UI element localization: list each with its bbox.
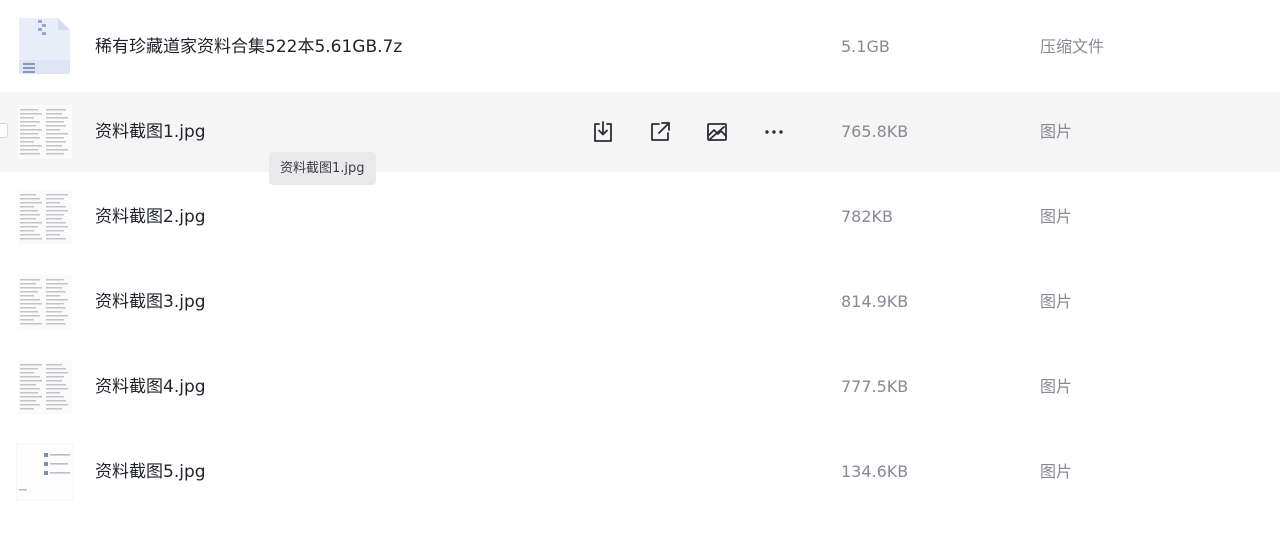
file-name[interactable]: 资料截图2.jpg — [95, 205, 206, 229]
file-type: 图片 — [1040, 207, 1073, 226]
file-row[interactable]: 资料截图2.jpg 782KB 图片 — [0, 177, 1280, 257]
download-icon[interactable] — [588, 117, 618, 147]
image-thumbnail — [16, 443, 74, 501]
file-name[interactable]: 资料截图1.jpg — [95, 120, 206, 144]
row-actions — [588, 117, 816, 147]
file-type: 图片 — [1040, 377, 1073, 396]
file-row[interactable]: 资料截图3.jpg 814.9KB 图片 — [0, 262, 1280, 342]
file-type: 图片 — [1040, 122, 1073, 141]
preview-image-icon[interactable] — [702, 117, 732, 147]
file-size: 782KB — [841, 207, 894, 226]
file-size: 134.6KB — [841, 462, 909, 481]
archive-file-icon — [16, 18, 74, 76]
image-thumbnail — [16, 273, 74, 331]
image-thumbnail — [16, 103, 74, 161]
file-type: 图片 — [1040, 462, 1073, 481]
file-row[interactable]: 资料截图5.jpg 134.6KB 图片 — [0, 432, 1280, 512]
share-icon[interactable] — [645, 117, 675, 147]
image-thumbnail — [16, 188, 74, 246]
file-name[interactable]: 资料截图3.jpg — [95, 290, 206, 314]
file-type: 图片 — [1040, 292, 1073, 311]
file-size: 5.1GB — [841, 37, 890, 56]
file-type: 压缩文件 — [1040, 37, 1105, 56]
file-row[interactable]: 资料截图1.jpg 765.8KB 图片 — [0, 92, 1280, 172]
file-size: 777.5KB — [841, 377, 909, 396]
file-name[interactable]: 资料截图4.jpg — [95, 375, 206, 399]
row-checkbox[interactable] — [0, 123, 8, 138]
more-icon[interactable] — [759, 117, 789, 147]
file-size: 765.8KB — [841, 122, 909, 141]
file-name[interactable]: 资料截图5.jpg — [95, 460, 206, 484]
file-row[interactable]: 资料截图4.jpg 777.5KB 图片 — [0, 347, 1280, 427]
file-row[interactable]: 稀有珍藏道家资料合集522本5.61GB.7z 5.1GB 压缩文件 — [0, 7, 1280, 87]
file-name[interactable]: 稀有珍藏道家资料合集522本5.61GB.7z — [95, 35, 402, 59]
image-thumbnail — [16, 358, 74, 416]
filename-tooltip: 资料截图1.jpg — [269, 152, 376, 185]
file-list: 稀有珍藏道家资料合集522本5.61GB.7z 5.1GB 压缩文件 资料截图1… — [0, 0, 1280, 541]
file-size: 814.9KB — [841, 292, 909, 311]
